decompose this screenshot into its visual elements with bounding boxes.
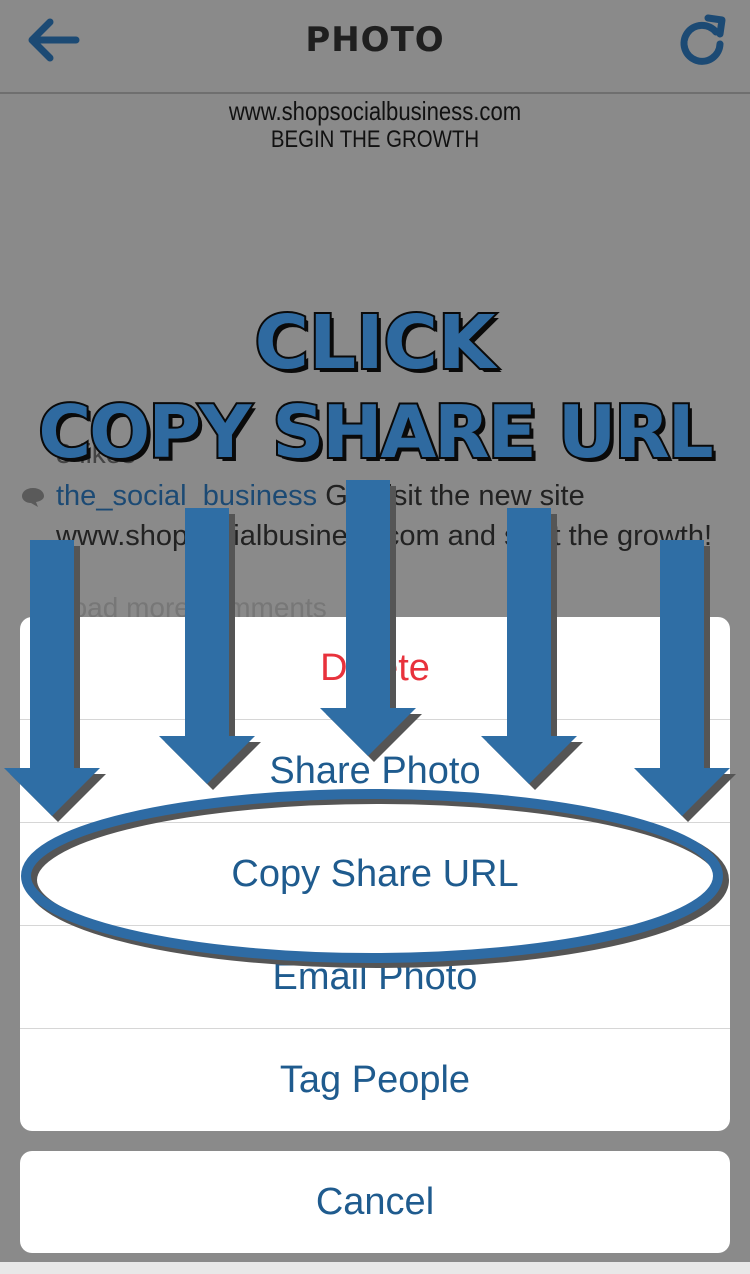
refresh-icon[interactable] [672,10,732,70]
overlay-headline-copy-share-url: COPY SHARE URL [36,388,715,476]
overlay-headline-click: CLICK [253,298,498,388]
bottom-strip [0,1262,750,1274]
page-title: PHOTO [305,20,445,60]
caption-username[interactable]: the_social_business [56,480,317,512]
delete-button[interactable]: Delete [20,617,730,720]
navigation-bar: PHOTO [0,0,750,94]
email-photo-button[interactable]: Email Photo [20,926,730,1029]
cancel-button[interactable]: Cancel [20,1151,730,1253]
post-caption: the_social_business Go visit the new sit… [56,476,716,556]
copy-share-url-button[interactable]: Copy Share URL [20,823,730,926]
comment-icon [22,488,44,507]
photo-tagline-text: BEGIN THE GROWTH [270,126,480,153]
action-sheet: Delete Share Photo Copy Share URL Email … [20,617,730,1131]
tag-people-button[interactable]: Tag People [20,1029,730,1131]
photo-site-text: www.shopsocialbusiness.com [228,96,522,126]
share-photo-button[interactable]: Share Photo [20,720,730,823]
